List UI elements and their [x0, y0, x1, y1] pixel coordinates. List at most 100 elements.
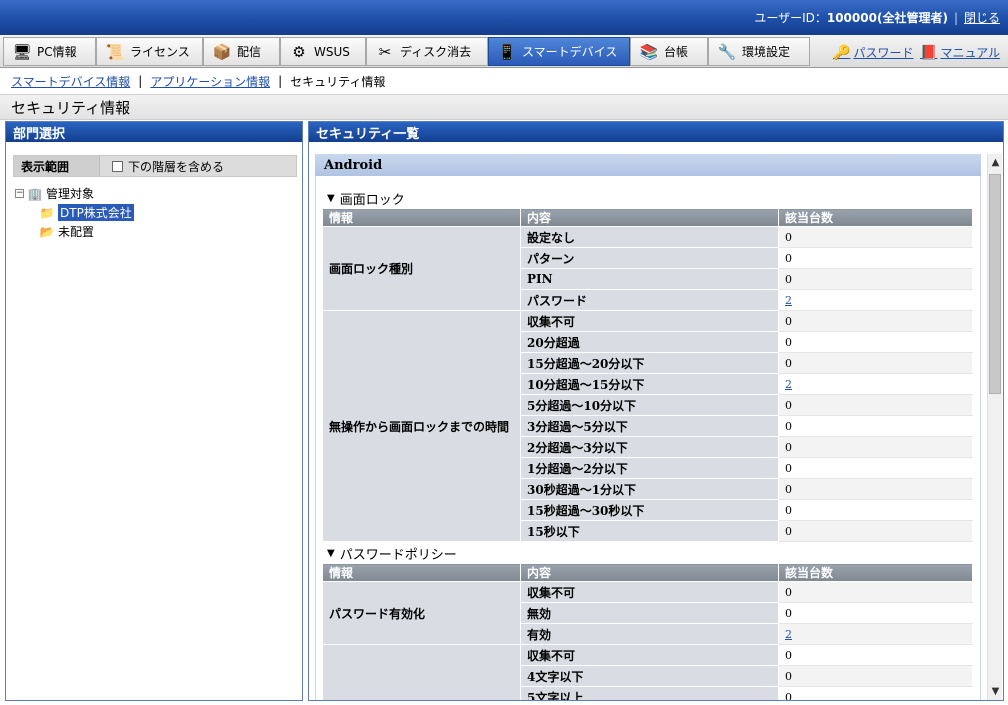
count-link[interactable]: 2 — [785, 378, 792, 391]
password-link[interactable]: 🔑 パスワード — [833, 44, 913, 61]
count-cell[interactable]: 2 — [778, 289, 973, 311]
collapse-icon[interactable]: − — [15, 189, 24, 198]
info-cell: パスワード有効化 — [322, 581, 521, 645]
expand-triangle-icon[interactable]: ▼ — [327, 193, 335, 204]
count-cell: 0 — [778, 226, 973, 248]
count-link[interactable]: 2 — [785, 294, 792, 307]
smart-device-icon: 📱 — [497, 42, 517, 61]
count-cell: 0 — [778, 602, 973, 624]
tree-item-managed[interactable]: − 🏢 管理対象 — [15, 184, 134, 203]
main-menu: 🖥 PC情報 📜 ライセンス 📦 配信 ⚙ WSUS ✂ ディスク消去 📱 スマートデバイス… — [0, 35, 1008, 68]
unassigned-folder-icon: 📂 — [39, 224, 55, 239]
close-link[interactable]: 閉じる — [964, 11, 1000, 25]
tab-settings[interactable]: 🔧 環境設定 — [708, 37, 810, 66]
info-cell: 画面ロック種別 — [322, 226, 521, 311]
count-cell: 0 — [778, 394, 973, 416]
content-cell: 15秒以下 — [520, 520, 779, 542]
subnav-app-info[interactable]: アプリケーション情報 — [150, 73, 270, 90]
content-cell: 4文字以下 — [520, 665, 779, 687]
count-cell: 0 — [778, 352, 973, 374]
count-link[interactable]: 2 — [785, 628, 792, 641]
content-cell: 無効 — [520, 602, 779, 624]
delivery-icon: 📦 — [212, 42, 232, 61]
security-table: 情報 内容 該当台数 画面ロック種別 設定なし 0 パターン 0 PIN 0 パスワード 2 無操作から… — [322, 208, 973, 542]
count-cell: 0 — [778, 665, 973, 687]
count-cell: 0 — [778, 415, 973, 437]
content-cell: 収集不可 — [520, 581, 779, 603]
settings-icon: 🔧 — [717, 42, 737, 61]
scroll-down-icon[interactable]: ▼ — [988, 683, 1003, 700]
scope-row: 表示範囲 下の階層を含める — [13, 155, 297, 177]
count-cell[interactable]: 2 — [778, 373, 973, 395]
ledger-icon: 📚 — [639, 42, 659, 61]
col-info-header: 情報 — [322, 563, 521, 582]
tab-disk-erase[interactable]: ✂ ディスク消去 — [366, 37, 488, 66]
building-icon: 🏢 — [27, 186, 43, 201]
content-cell: 5文字以上 — [520, 686, 779, 700]
include-sublevels-label: 下の階層を含める — [128, 159, 225, 174]
tree-item-dtp[interactable]: 📁 DTP株式会社 — [15, 203, 134, 222]
include-sublevels-checkbox[interactable] — [112, 160, 123, 172]
content-cell: 収集不可 — [520, 644, 779, 666]
tab-wsus[interactable]: ⚙ WSUS — [280, 37, 366, 66]
count-cell: 0 — [778, 499, 973, 521]
department-tree: − 🏢 管理対象 📁 DTP株式会社 📂 未配置 — [15, 184, 134, 241]
content-cell: パターン — [520, 247, 779, 269]
tab-smart-device[interactable]: 📱 スマートデバイス — [488, 37, 630, 66]
section-title: パスワードポリシー — [339, 547, 457, 563]
book-icon: 📕 — [920, 44, 938, 61]
security-table: 情報 内容 該当台数 パスワード有効化 収集不可 0 無効 0 有効 2 収集不可 0 4文字以下 0 5文… — [322, 563, 973, 700]
manual-link[interactable]: 📕 マニュアル — [920, 44, 1000, 61]
tab-delivery[interactable]: 📦 配信 — [203, 37, 280, 66]
expand-triangle-icon[interactable]: ▼ — [327, 548, 335, 559]
user-info: ユーザーID：100000(全社管理者) | 閉じる — [754, 11, 1000, 25]
content-cell: 5分超過～10分以下 — [520, 394, 779, 416]
content-cell: 15分超過～20分以下 — [520, 352, 779, 374]
security-list-panel: セキュリティ一覧 Android ▼ 画面ロック 情報 内容 該当台数 画面ロック種別 設定… — [308, 121, 1004, 701]
col-count-header: 該当台数 — [778, 208, 973, 227]
section-header[interactable]: ▼ パスワードポリシー — [327, 543, 457, 563]
scroll-up-icon[interactable]: ▲ — [988, 154, 1003, 171]
content-cell: PIN — [520, 268, 779, 290]
content-cell: 1分超過～2分以下 — [520, 457, 779, 479]
breadcrumb: スマートデバイス情報 | アプリケーション情報 | セキュリティ情報 — [11, 73, 386, 90]
count-cell: 0 — [778, 644, 973, 666]
disk-erase-icon: ✂ — [378, 42, 392, 61]
license-icon: 📜 — [105, 42, 125, 61]
scroll-thumb[interactable] — [989, 174, 1001, 394]
count-cell: 0 — [778, 520, 973, 542]
user-id-label: ユーザーID： — [754, 11, 827, 25]
department-panel-title: 部門選択 — [6, 122, 302, 142]
subnav-smart-device-info[interactable]: スマートデバイス情報 — [11, 73, 130, 90]
table-row: パスワード有効化 収集不可 0 — [322, 581, 973, 645]
key-icon: 🔑 — [833, 44, 851, 61]
tab-license[interactable]: 📜 ライセンス — [96, 37, 203, 66]
vertical-scrollbar[interactable]: ▲ ▼ — [987, 154, 1002, 700]
count-cell[interactable]: 2 — [778, 623, 973, 645]
content-cell: 15秒超過～30秒以下 — [520, 499, 779, 521]
col-info-header: 情報 — [322, 208, 521, 227]
count-cell: 0 — [778, 478, 973, 500]
count-cell: 0 — [778, 310, 973, 332]
tree-item-unassigned[interactable]: 📂 未配置 — [15, 222, 134, 241]
tab-pc-info[interactable]: 🖥 PC情報 — [3, 37, 96, 66]
section-header[interactable]: ▼ 画面ロック — [327, 188, 405, 208]
info-cell — [322, 644, 521, 700]
content-cell: 10分超過～15分以下 — [520, 373, 779, 395]
count-cell: 0 — [778, 581, 973, 603]
table-row: 収集不可 0 — [322, 644, 973, 700]
department-panel: 部門選択 表示範囲 下の階層を含める − 🏢 管理対象 📁 DTP株式会社 📂 … — [5, 121, 303, 701]
content-cell: 設定なし — [520, 226, 779, 248]
info-cell: 無操作から画面ロックまでの時間 — [322, 310, 521, 542]
content-cell: 収集不可 — [520, 310, 779, 332]
security-list-content: Android ▼ 画面ロック 情報 内容 該当台数 画面ロック種別 設定なし 0 パターン 0 P… — [315, 154, 981, 700]
content-cell: 20分超過 — [520, 331, 779, 353]
page-title: セキュリティ情報 — [0, 94, 1008, 120]
tab-ledger[interactable]: 📚 台帳 — [630, 37, 708, 66]
content-cell: パスワード — [520, 289, 779, 311]
table-row: 画面ロック種別 設定なし 0 — [322, 226, 973, 311]
top-bar: ユーザーID：100000(全社管理者) | 閉じる — [0, 0, 1008, 35]
count-cell: 0 — [778, 268, 973, 290]
content-cell: 3分超過～5分以下 — [520, 415, 779, 437]
col-content-header: 内容 — [520, 563, 779, 582]
